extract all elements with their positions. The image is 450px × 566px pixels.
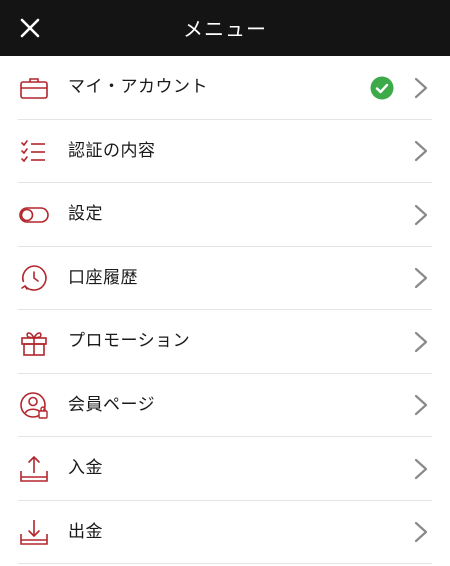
menu-header: メニュー: [0, 0, 450, 56]
history-clock-icon: [21, 265, 47, 291]
menu-item-settings[interactable]: 設定: [0, 183, 450, 247]
menu-item-my-account[interactable]: マイ・アカウント: [0, 56, 450, 120]
withdraw-download-icon: [20, 520, 48, 546]
page-title: メニュー: [183, 17, 267, 41]
chevron-right-icon: [414, 458, 428, 479]
chevron-right-icon: [414, 268, 428, 289]
chevron-right-icon: [414, 522, 428, 543]
menu-item-label: 設定: [68, 204, 103, 224]
menu-item-label: プロモーション: [68, 331, 191, 351]
menu-item-label: 口座履歴: [68, 267, 138, 288]
chevron-right-icon: [414, 331, 428, 352]
menu-item-label: マイ・アカウント: [68, 77, 208, 97]
menu-item-member-page[interactable]: 会員ページ: [0, 374, 450, 438]
menu-item-label: 出金: [68, 521, 103, 542]
chevron-right-icon: [414, 77, 428, 98]
menu-item-verification[interactable]: 認証の内容: [0, 120, 450, 184]
gift-icon: [21, 332, 47, 356]
menu-list: マイ・アカウント 認証の内容 設定 口座履歴 プロモーション 会員ページ 入金 …: [0, 56, 450, 564]
menu-item-label: 認証の内容: [68, 140, 156, 161]
chevron-right-icon: [414, 204, 428, 225]
verified-check-icon: [370, 76, 394, 100]
toggle-icon: [19, 206, 49, 223]
menu-item-account-history[interactable]: 口座履歴: [0, 247, 450, 311]
menu-item-withdrawal[interactable]: 出金: [0, 501, 450, 565]
chevron-right-icon: [414, 141, 428, 162]
menu-item-deposit[interactable]: 入金: [0, 437, 450, 501]
member-lock-icon: [20, 392, 48, 419]
deposit-upload-icon: [20, 455, 48, 482]
menu-item-promotions[interactable]: プロモーション: [0, 310, 450, 374]
checklist-icon: [21, 140, 45, 163]
chevron-right-icon: [414, 395, 428, 416]
menu-item-label: 入金: [68, 458, 103, 478]
briefcase-icon: [20, 77, 48, 99]
menu-item-label: 会員ページ: [68, 394, 156, 415]
